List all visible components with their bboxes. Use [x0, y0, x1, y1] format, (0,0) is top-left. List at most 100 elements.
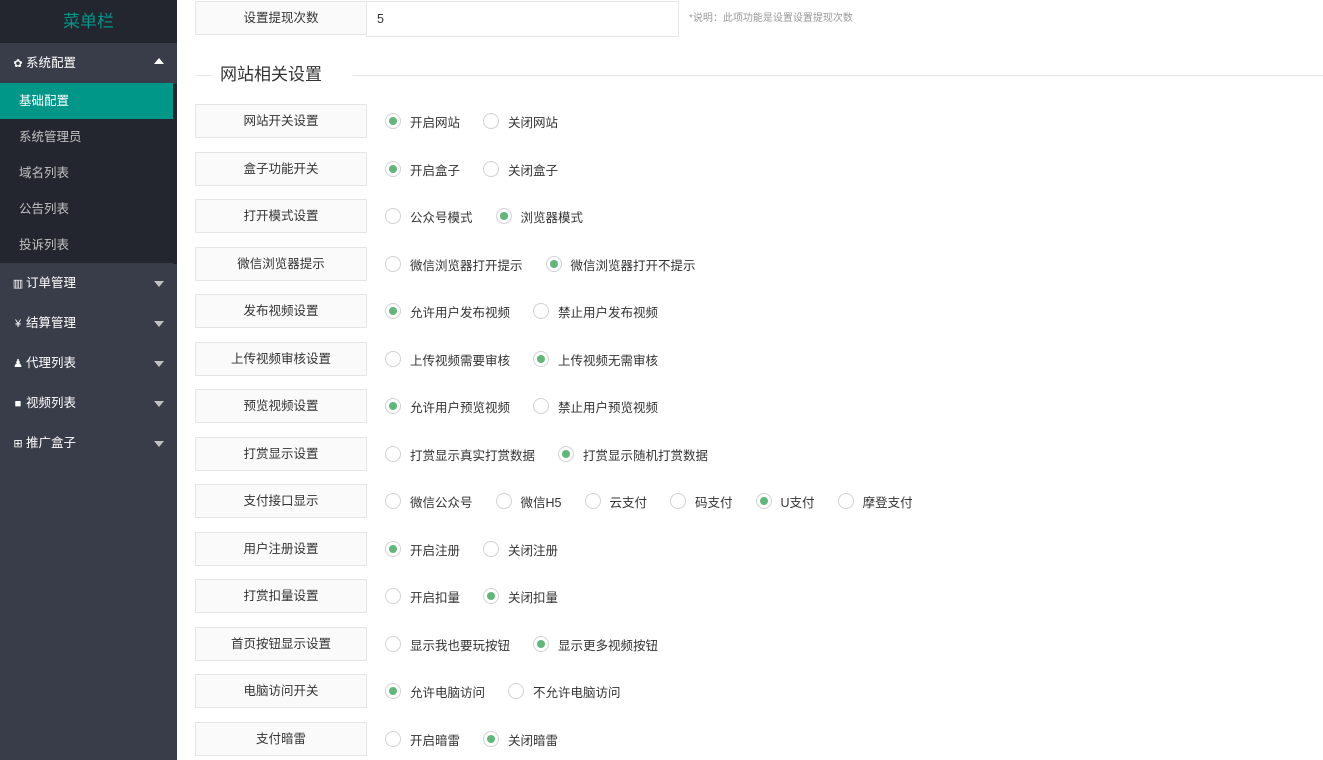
radio-label: 关闭暗雷 — [508, 733, 559, 748]
radio-unchecked-icon[interactable] — [483, 113, 500, 129]
radio-option[interactable]: 浏览器模式 — [495, 207, 583, 226]
radio-checked-icon[interactable] — [558, 446, 575, 462]
radio-unchecked-icon[interactable] — [385, 588, 401, 604]
sidebar-subitem[interactable]: 域名列表 — [0, 155, 173, 191]
radio-checked-icon[interactable] — [483, 588, 500, 604]
sidebar-subnav: 基础配置 系统管理员 域名列表 公告列表 投诉列表 — [0, 83, 173, 263]
radio-checked-icon[interactable] — [755, 493, 772, 509]
radio-unchecked-icon[interactable] — [385, 493, 401, 509]
radio-unchecked-icon[interactable] — [385, 636, 401, 652]
radio-checked-icon[interactable] — [385, 398, 401, 414]
radio-option[interactable]: 开启暗雷 — [385, 730, 460, 749]
sidebar-title: 菜单栏 — [0, 0, 177, 43]
sidebar-group-label: 推广盒子 — [26, 436, 77, 450]
radio-label: 允许用户预览视频 — [410, 400, 511, 415]
radio-option[interactable]: 开启网站 — [385, 112, 460, 131]
radio-unchecked-icon[interactable] — [385, 256, 401, 272]
radio-option[interactable]: 关闭注册 — [483, 540, 558, 559]
radio-checked-icon[interactable] — [385, 113, 401, 129]
radio-option[interactable]: 关闭盒子 — [483, 160, 558, 179]
radio-option[interactable]: 禁止用户发布视频 — [533, 302, 658, 321]
radio-option[interactable]: 上传视频无需审核 — [533, 350, 658, 369]
caret-down-icon — [154, 321, 164, 327]
radio-label: 开启扣量 — [410, 590, 461, 605]
sidebar-subitem[interactable]: 公告列表 — [0, 191, 173, 227]
radio-option[interactable]: 开启扣量 — [385, 587, 460, 606]
radio-option[interactable]: U支付 — [755, 492, 815, 511]
radio-option[interactable]: 开启盒子 — [385, 160, 460, 179]
radio-unchecked-icon[interactable] — [584, 493, 601, 509]
radio-option[interactable]: 云支付 — [584, 492, 647, 511]
radio-checked-icon[interactable] — [533, 636, 550, 652]
radio-unchecked-icon[interactable] — [495, 493, 512, 509]
radio-option[interactable]: 关闭网站 — [483, 112, 558, 131]
radio-label: 公众号模式 — [410, 210, 473, 225]
radio-option[interactable]: 关闭扣量 — [483, 587, 558, 606]
radio-unchecked-icon[interactable] — [385, 208, 401, 224]
setting-label: 支付暗雷 — [195, 722, 367, 756]
radio-option[interactable]: 公众号模式 — [385, 207, 473, 226]
sidebar-group-5[interactable]: ⊞ 推广盒子 — [0, 423, 177, 463]
sidebar-group-4[interactable]: ■ 视频列表 — [0, 383, 177, 423]
fieldset-line-right — [353, 75, 1323, 76]
video-icon: ■ — [14, 398, 22, 410]
radio-unchecked-icon[interactable] — [385, 351, 401, 367]
setting-label: 打开模式设置 — [195, 199, 367, 233]
radio-option[interactable]: 微信浏览器打开提示 — [385, 255, 523, 274]
radio-checked-icon[interactable] — [385, 161, 401, 177]
radio-group: 上传视频需要审核 上传视频无需审核 — [385, 342, 681, 376]
radio-option[interactable]: 摩登支付 — [837, 492, 913, 511]
radio-option[interactable]: 允许用户预览视频 — [385, 397, 510, 416]
caret-down-icon — [154, 441, 164, 447]
radio-checked-icon[interactable] — [545, 256, 562, 272]
radio-option[interactable]: 显示我也要玩按钮 — [385, 635, 510, 654]
sidebar-group-1[interactable]: ▥ 订单管理 — [0, 263, 177, 303]
radio-option[interactable]: 禁止用户预览视频 — [533, 397, 658, 416]
radio-unchecked-icon[interactable] — [837, 493, 854, 509]
radio-option[interactable]: 允许电脑访问 — [385, 682, 485, 701]
radio-unchecked-icon[interactable] — [385, 446, 401, 462]
setting-label: 支付接口显示 — [195, 484, 367, 518]
radio-option[interactable]: 微信H5 — [495, 492, 562, 511]
radio-checked-icon[interactable] — [385, 683, 401, 699]
radio-checked-icon[interactable] — [385, 303, 401, 319]
radio-unchecked-icon[interactable] — [533, 303, 550, 319]
radio-group: 开启暗雷 关闭暗雷 — [385, 722, 581, 756]
radio-option[interactable]: 码支付 — [670, 492, 733, 511]
radio-option[interactable]: 打赏显示真实打赏数据 — [385, 445, 535, 464]
radio-checked-icon[interactable] — [385, 541, 401, 557]
setting-label: 发布视频设置 — [195, 294, 367, 328]
radio-option[interactable]: 微信浏览器打开不提示 — [545, 255, 696, 274]
sidebar: 菜单栏 ✿ 系统配置 基础配置 系统管理员 域名列表 公告列表 投诉列表 ▥ 订单管理 ¥ 结算管理… — [0, 0, 177, 760]
radio-option[interactable]: 显示更多视频按钮 — [533, 635, 658, 654]
radio-option[interactable]: 关闭暗雷 — [483, 730, 558, 749]
sidebar-group-label: 订单管理 — [26, 276, 77, 290]
radio-option[interactable]: 不允许电脑访问 — [508, 682, 621, 701]
radio-option[interactable]: 允许用户发布视频 — [385, 302, 510, 321]
radio-unchecked-icon[interactable] — [385, 731, 401, 747]
radio-unchecked-icon[interactable] — [533, 398, 550, 414]
radio-checked-icon[interactable] — [495, 208, 512, 224]
radio-option[interactable]: 上传视频需要审核 — [385, 350, 510, 369]
radio-unchecked-icon[interactable] — [670, 493, 687, 509]
sidebar-group-2[interactable]: ¥ 结算管理 — [0, 303, 177, 343]
radio-checked-icon[interactable] — [483, 731, 500, 747]
radio-unchecked-icon[interactable] — [483, 541, 500, 557]
withdraw-count-input[interactable]: 5 — [366, 1, 679, 37]
radio-option[interactable]: 打赏显示随机打赏数据 — [558, 445, 708, 464]
sidebar-group-0[interactable]: ✿ 系统配置 — [0, 43, 177, 83]
radio-label: 禁止用户发布视频 — [558, 305, 659, 320]
radio-group: 允许用户预览视频 禁止用户预览视频 — [385, 389, 681, 423]
radio-unchecked-icon[interactable] — [483, 161, 500, 177]
sidebar-subitem[interactable]: 投诉列表 — [0, 227, 173, 263]
radio-group: 开启盒子 关闭盒子 — [385, 152, 581, 186]
sidebar-subitem[interactable]: 系统管理员 — [0, 119, 173, 155]
radio-label: 打赏显示随机打赏数据 — [583, 448, 709, 463]
radio-option[interactable]: 开启注册 — [385, 540, 460, 559]
sidebar-group-3[interactable]: ♟ 代理列表 — [0, 343, 177, 383]
radio-option[interactable]: 微信公众号 — [385, 492, 473, 511]
radio-checked-icon[interactable] — [533, 351, 550, 367]
radio-unchecked-icon[interactable] — [508, 683, 525, 699]
sidebar-subitem[interactable]: 基础配置 — [0, 83, 173, 119]
radio-label: 允许电脑访问 — [410, 685, 486, 700]
